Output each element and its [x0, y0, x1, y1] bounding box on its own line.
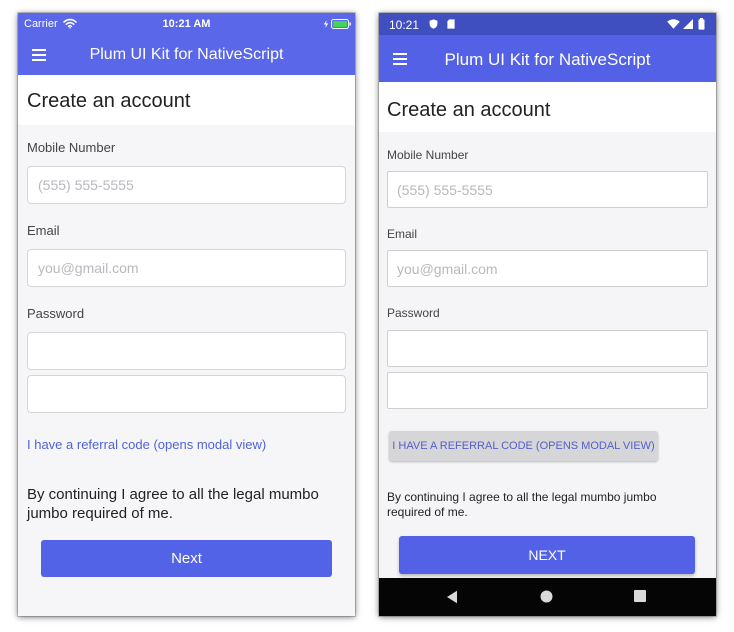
next-button[interactable]: NEXT	[399, 536, 695, 574]
email-label: Email	[27, 223, 60, 238]
back-icon[interactable]	[446, 590, 458, 604]
ios-screen: Carrier 10:21 AM Plum UI Kit for NativeS…	[18, 13, 355, 616]
password-input[interactable]	[27, 332, 346, 370]
mobile-number-label: Mobile Number	[387, 148, 469, 162]
password-label: Password	[387, 306, 440, 320]
page-title: Create an account	[387, 99, 551, 121]
recent-apps-icon[interactable]	[634, 590, 646, 602]
battery-icon	[698, 18, 705, 30]
status-time: 10:21	[389, 18, 420, 32]
android-navigation-bar	[379, 578, 716, 616]
title-section: Create an account	[379, 82, 716, 132]
referral-code-link[interactable]: I have a referral code (opens modal view…	[27, 437, 266, 452]
password-input[interactable]	[387, 330, 708, 367]
charging-icon	[323, 20, 329, 28]
email-input[interactable]	[387, 250, 708, 287]
ios-app-bar: Plum UI Kit for NativeScript	[18, 35, 355, 75]
app-title: Plum UI Kit for NativeScript	[444, 50, 651, 69]
sd-card-icon	[447, 19, 455, 29]
mobile-number-input[interactable]	[27, 166, 346, 204]
android-app-bar: Plum UI Kit for NativeScript	[379, 35, 716, 82]
title-section: Create an account	[18, 75, 355, 125]
mobile-number-label: Mobile Number	[27, 140, 116, 155]
home-icon[interactable]	[540, 590, 553, 603]
status-time: 10:21 AM	[162, 18, 211, 30]
referral-code-button[interactable]: I HAVE A REFERRAL CODE (OPENS MODAL VIEW…	[389, 431, 658, 461]
ios-status-bar: Carrier 10:21 AM	[18, 13, 355, 35]
wifi-icon	[667, 19, 680, 29]
legal-notice: By continuing I agree to all the legal m…	[387, 490, 657, 519]
next-button[interactable]: Next	[41, 540, 332, 577]
android-screen: 10:21 Plum UI Kit for NativeScript Creat…	[379, 13, 716, 616]
confirm-password-input[interactable]	[387, 372, 708, 409]
email-input[interactable]	[27, 249, 346, 287]
android-status-bar: 10:21	[379, 13, 716, 35]
signal-icon	[683, 19, 693, 29]
app-title: Plum UI Kit for NativeScript	[89, 46, 284, 63]
shield-icon	[429, 19, 438, 29]
battery-icon	[331, 19, 351, 29]
mobile-number-input[interactable]	[387, 171, 708, 208]
confirm-password-input[interactable]	[27, 375, 346, 413]
page-title: Create an account	[27, 90, 191, 112]
legal-notice: By continuing I agree to all the legal m…	[27, 486, 319, 522]
email-label: Email	[387, 227, 418, 241]
password-label: Password	[27, 306, 85, 321]
